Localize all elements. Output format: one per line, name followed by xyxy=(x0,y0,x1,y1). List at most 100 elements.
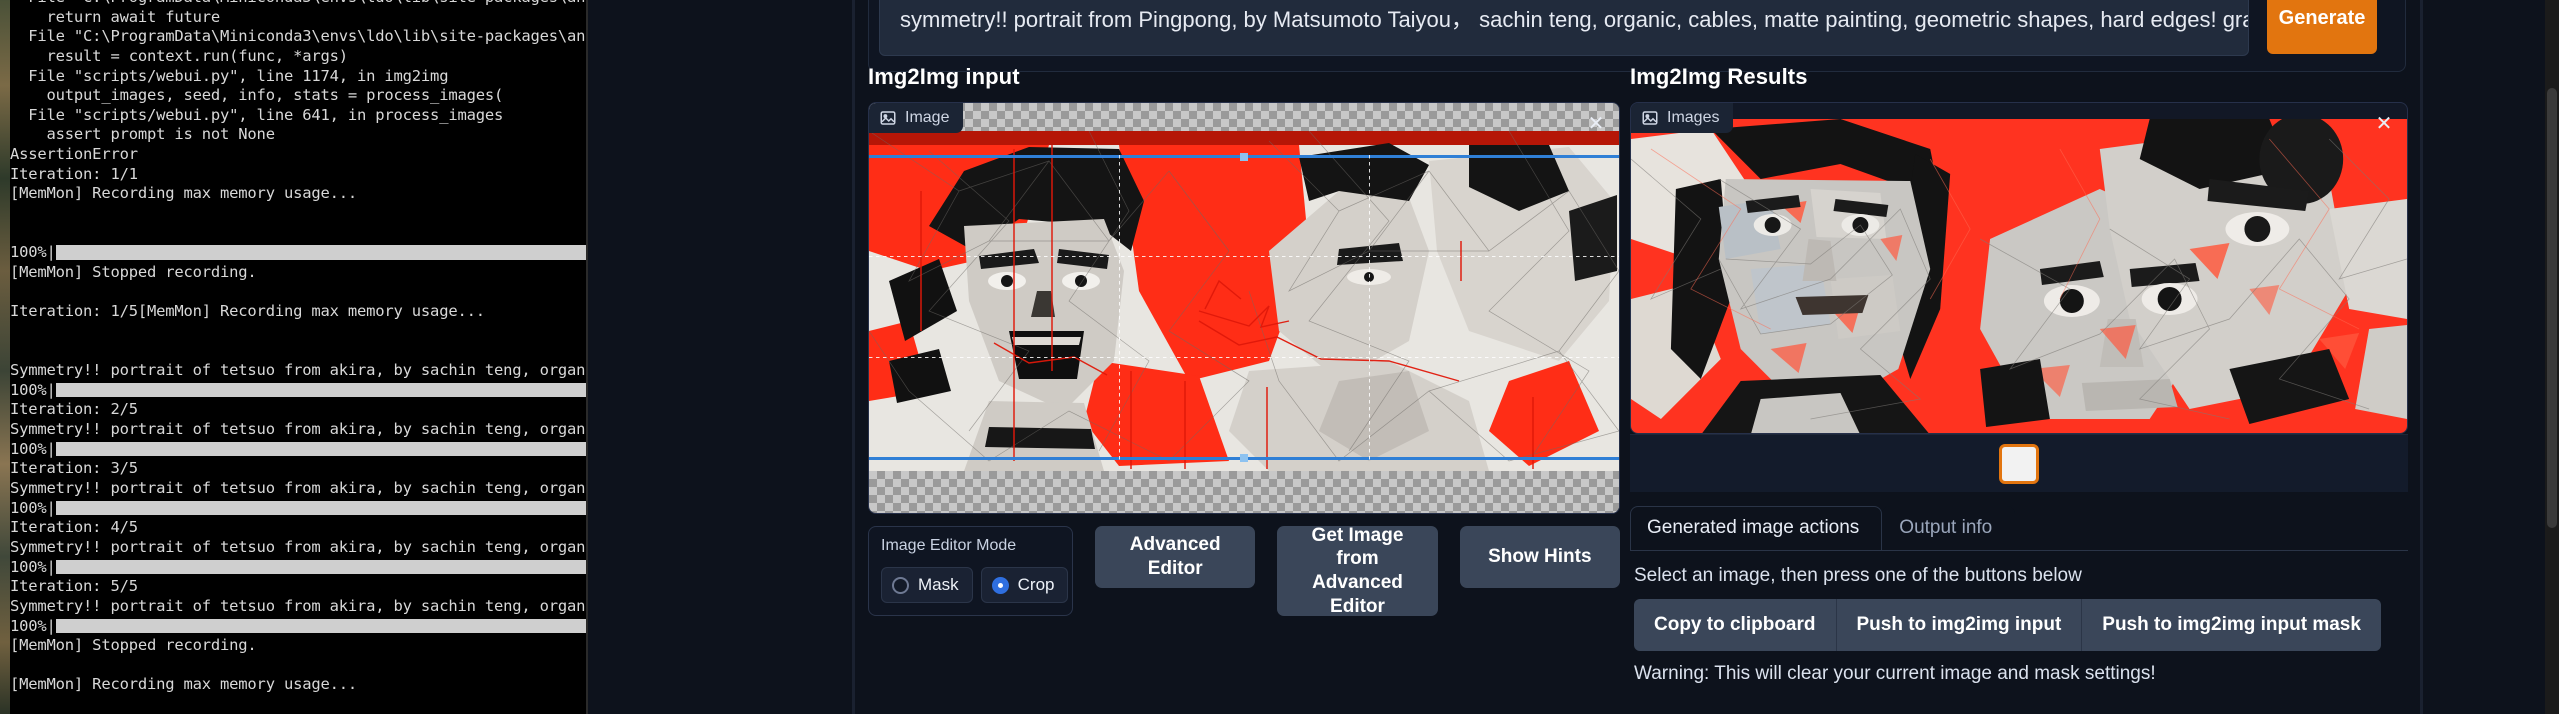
image-editor-mode-group: Image Editor Mode Mask Crop xyxy=(868,526,1073,616)
show-hints-button[interactable]: Show Hints xyxy=(1459,526,1620,588)
terminal-progress-bar: 100%| xyxy=(10,557,586,578)
radio-mask-label: Mask xyxy=(918,575,959,594)
terminal-line: [MemMon] Stopped recording. xyxy=(10,636,257,655)
terminal-line: Symmetry!! portrait of tetsuo from akira… xyxy=(10,596,586,615)
outer-background xyxy=(2423,0,2559,714)
tab-output-info[interactable]: Output info xyxy=(1882,506,2016,550)
screen-root: File "C:\ProgramData\Miniconda3\envs\ldo… xyxy=(0,0,2559,714)
terminal-line: output_images, seed, info, stats = proce… xyxy=(10,86,504,105)
terminal-line: File "C:\ProgramData\Miniconda3\envs\ldo… xyxy=(10,0,586,8)
terminal-progress-bar: 100%| xyxy=(10,616,586,637)
input-image-tab-label: Image xyxy=(905,109,950,126)
input-close-icon[interactable]: ✕ xyxy=(1583,111,1609,137)
terminal-progress-label: 100%| xyxy=(10,380,56,399)
terminal-line: File "C:\ProgramData\Miniconda3\envs\ldo… xyxy=(28,27,586,46)
terminal-line: Symmetry!! portrait of tetsuo from akira… xyxy=(10,420,586,439)
terminal-progress-label: 100%| xyxy=(10,439,56,458)
input-image-block[interactable]: Image ✕ xyxy=(868,102,1620,514)
terminal-line: result = context.run(func, *args) xyxy=(10,46,349,65)
results-image-block[interactable]: Images ✕ xyxy=(1630,102,2408,434)
terminal-progress-fill xyxy=(55,441,586,457)
push-to-img2img-input-button[interactable]: Push to img2img input xyxy=(1836,599,2083,651)
terminal-line: Symmetry!! portrait of tetsuo from akira… xyxy=(10,361,586,380)
advanced-editor-button[interactable]: Advanced Editor xyxy=(1095,526,1256,588)
terminal-line: [MemMon] Stopped recording. xyxy=(10,262,257,281)
radio-mask-dot xyxy=(892,576,909,594)
img2img-results-column: Img2Img Results Images ✕ Generated image… xyxy=(1630,64,2408,685)
page-scrollbar[interactable] xyxy=(2545,0,2559,714)
terminal-progress-bar: 100%| xyxy=(10,380,586,401)
img2img-results-title: Img2Img Results xyxy=(1630,64,1808,89)
terminal-progress-label: 100%| xyxy=(10,616,56,635)
app-left-edge xyxy=(852,0,855,714)
terminal-progress-bar: 100%| xyxy=(10,439,586,460)
terminal-line: Iteration: 3/5 xyxy=(10,459,138,478)
page-scrollbar-thumb[interactable] xyxy=(2547,88,2557,528)
prompt-input[interactable]: symmetry!! portrait from Pingpong, by Ma… xyxy=(879,0,2249,56)
image-editor-mode-label: Image Editor Mode xyxy=(881,537,1017,554)
results-tab-strip: Generated image actions Output info xyxy=(1630,506,2408,550)
desktop-wallpaper xyxy=(0,0,10,714)
get-image-from-advanced-editor-button[interactable]: Get Image from Advanced Editor xyxy=(1277,525,1438,617)
terminal-line: Iteration: 4/5 xyxy=(10,518,138,537)
terminal-progress-label: 100%| xyxy=(10,557,56,576)
terminal-progress-fill xyxy=(55,500,586,516)
results-hint-text: Select an image, then press one of the b… xyxy=(1634,565,2082,586)
img2img-input-column: Img2Img input Image ✕ Image Editor Mode … xyxy=(868,64,1620,617)
terminal-line: AssertionError xyxy=(10,145,138,164)
radio-crop-dot xyxy=(991,576,1009,594)
terminal-line: Iteration: 5/5 xyxy=(10,577,138,596)
terminal-line: Iteration: 1/1 xyxy=(10,164,138,183)
terminal-progress-label: 100%| xyxy=(10,243,56,262)
input-artwork xyxy=(869,131,1619,471)
terminal-output: File "C:\ProgramData\Miniconda3\envs\ldo… xyxy=(10,0,586,714)
prompt-row: symmetry!! portrait from Pingpong, by Ma… xyxy=(868,0,2406,72)
results-action-button-group: Copy to clipboard Push to img2img input … xyxy=(1634,599,2404,651)
terminal-progress-fill xyxy=(55,245,586,260)
generate-button[interactable]: Generate xyxy=(2267,0,2377,54)
results-artwork xyxy=(1631,119,2407,433)
terminal-progress-fill xyxy=(55,382,586,398)
radio-mask[interactable]: Mask xyxy=(881,567,973,603)
terminal-line: Symmetry!! portrait of tetsuo from akira… xyxy=(10,537,586,556)
results-image-tab-label: Images xyxy=(1667,109,1720,126)
terminal-line: Symmetry!! portrait of tetsuo from akira… xyxy=(10,479,586,498)
gallery-thumbnail-selected[interactable] xyxy=(1999,443,2039,484)
terminal-progress-bar: 100%| xyxy=(10,498,586,519)
results-tabs-panel: Generated image actions Output info Sele… xyxy=(1630,506,2408,685)
terminal-line: [MemMon] Recording max memory usage... xyxy=(10,184,358,203)
terminal-progress-bar: 100%| xyxy=(10,243,586,263)
results-close-icon[interactable]: ✕ xyxy=(2371,111,2397,137)
copy-to-clipboard-button[interactable]: Copy to clipboard xyxy=(1634,599,1837,651)
terminal-line: assert prompt is not None xyxy=(10,125,276,144)
terminal-line: [MemMon] Recording max memory usage... xyxy=(10,675,358,694)
terminal-line: Iteration: 1/5[MemMon] Recording max mem… xyxy=(10,302,485,321)
radio-crop[interactable]: Crop xyxy=(980,567,1069,603)
image-icon xyxy=(880,111,896,125)
terminal-line: return await future xyxy=(10,7,221,26)
terminal-window[interactable]: File "C:\ProgramData\Miniconda3\envs\ldo… xyxy=(10,0,588,714)
results-image-tab[interactable]: Images xyxy=(1631,103,1734,133)
terminal-progress-fill xyxy=(55,559,586,575)
push-to-img2img-input-mask-button[interactable]: Push to img2img input mask xyxy=(2082,599,2381,651)
radio-crop-label: Crop xyxy=(1017,575,1055,594)
results-warning-text: Warning: This will clear your current im… xyxy=(1634,663,2156,684)
terminal-line: File "scripts/webui.py", line 641, in pr… xyxy=(10,105,504,124)
input-image-tab[interactable]: Image xyxy=(869,103,964,133)
img2img-input-title: Img2Img input xyxy=(868,64,1020,89)
images-icon xyxy=(1642,111,1658,125)
webui-app: symmetry!! portrait from Pingpong, by Ma… xyxy=(860,0,2420,714)
results-tab-body: Select an image, then press one of the b… xyxy=(1630,550,2408,685)
terminal-line: File "scripts/webui.py", line 1174, in i… xyxy=(10,66,449,85)
results-gallery[interactable] xyxy=(1630,434,2408,492)
tab-generated-image-actions[interactable]: Generated image actions xyxy=(1630,506,1883,550)
terminal-progress-label: 100%| xyxy=(10,498,56,517)
terminal-progress-fill xyxy=(55,618,586,634)
